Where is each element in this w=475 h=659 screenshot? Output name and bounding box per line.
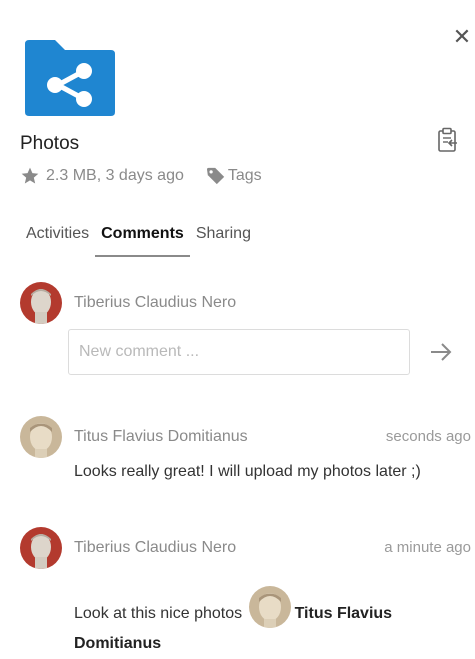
- tab-comments[interactable]: Comments: [95, 221, 190, 257]
- close-button[interactable]: ✕: [451, 26, 473, 50]
- comment-message: Looks really great! I will upload my pho…: [74, 463, 421, 480]
- avatar: [20, 527, 62, 569]
- arrow-right-icon: [431, 343, 452, 361]
- tab-sharing[interactable]: Sharing: [190, 221, 257, 255]
- comment-timestamp: a minute ago: [384, 539, 471, 556]
- new-comment-input[interactable]: [68, 329, 410, 375]
- file-size: 2.3 MB: [46, 167, 97, 184]
- tag-icon: [206, 167, 225, 185]
- composer-author: Tiberius Claudius Nero: [74, 294, 237, 311]
- avatar: [20, 282, 62, 324]
- file-modified: 3 days ago: [105, 167, 184, 184]
- shared-folder-icon: [25, 40, 115, 116]
- tab-activities[interactable]: Activities: [20, 221, 95, 255]
- file-name: Photos: [20, 133, 80, 154]
- comment-message: Look at this nice photos Titus Flavius D…: [74, 586, 434, 659]
- comment-author: Tiberius Claudius Nero: [74, 539, 237, 556]
- mention-name-first[interactable]: Titus Flavius: [295, 605, 393, 622]
- tags-link[interactable]: Tags: [228, 167, 262, 185]
- close-icon: ✕: [452, 25, 472, 50]
- tab-bar: Activities Comments Sharing: [20, 221, 257, 257]
- comment-author: Titus Flavius Domitianus: [74, 428, 248, 445]
- comment-message-text: Look at this nice photos: [74, 605, 243, 622]
- avatar: [20, 416, 62, 458]
- mention-avatar: [248, 586, 291, 628]
- clipboard-icon[interactable]: [437, 127, 459, 153]
- send-comment-button[interactable]: [428, 340, 454, 364]
- comment-timestamp: seconds ago: [385, 428, 471, 445]
- file-meta: 2.3 MB, 3 days ago Tags: [20, 164, 262, 188]
- meta-separator: ,: [96, 167, 106, 184]
- mention-name-last[interactable]: Domitianus: [74, 635, 161, 652]
- star-icon[interactable]: [20, 166, 40, 186]
